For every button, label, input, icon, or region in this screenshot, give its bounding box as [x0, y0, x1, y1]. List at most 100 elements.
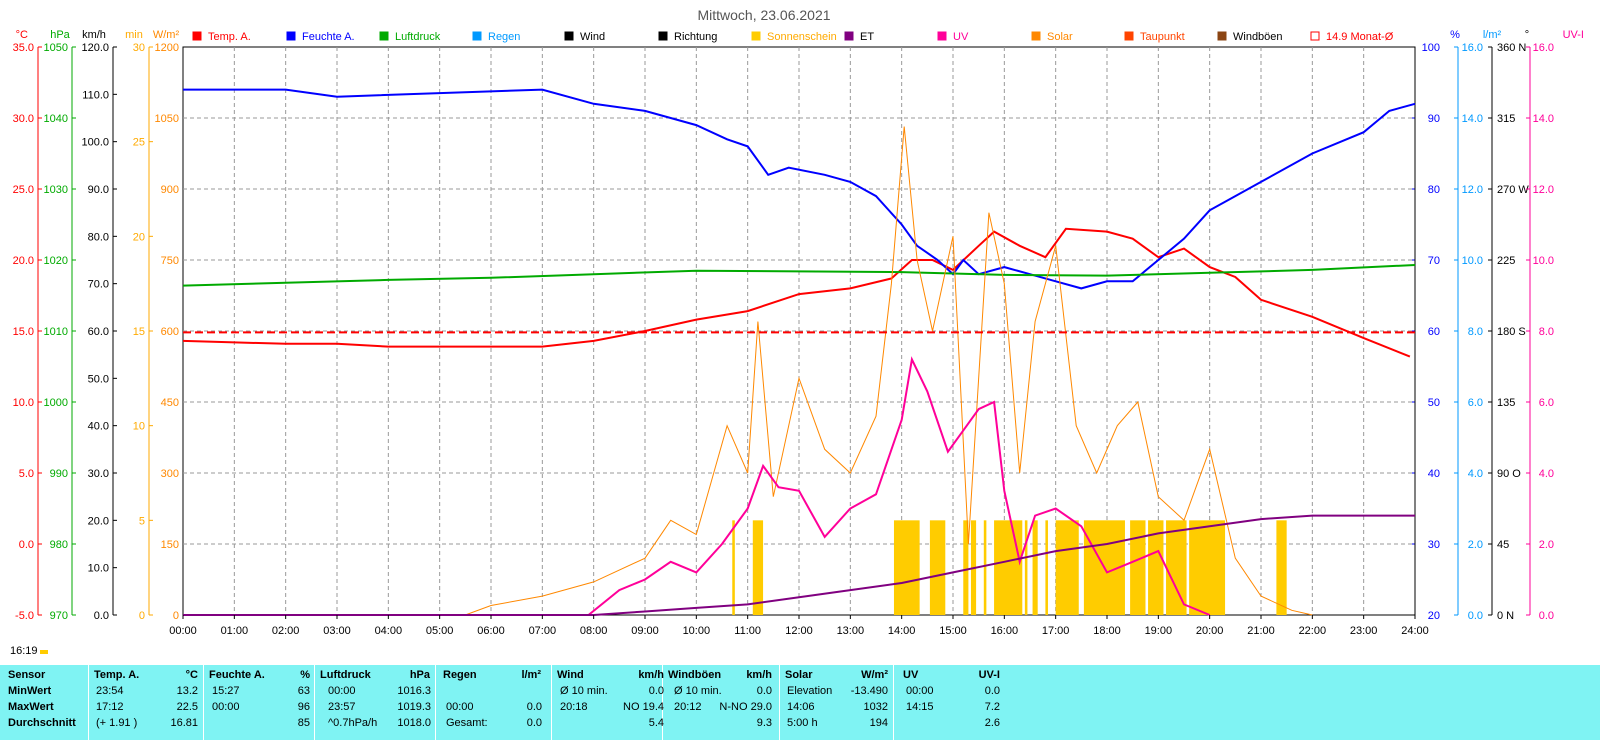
stats-cell: NO 19.4 [623, 701, 664, 713]
axis-tick-label: 0 [139, 610, 145, 622]
stats-cell: MaxWert [8, 701, 54, 713]
axis-tick-label: 60.0 [88, 326, 109, 338]
axis-tick-label: 1030 [44, 184, 68, 196]
axis-tick-label: 6.0 [1539, 397, 1554, 409]
x-tick-label: 21:00 [1247, 625, 1275, 637]
stats-divider [88, 665, 89, 740]
sunshine-bar [752, 520, 764, 615]
legend-swatch [379, 31, 389, 41]
chart-title: Mittwoch, 23.06.2021 [697, 7, 830, 23]
axis-tick-label: 14.0 [1533, 113, 1554, 125]
x-tick-label: 24:00 [1401, 625, 1429, 637]
axis-tick-label: 2.0 [1539, 539, 1554, 551]
axis-tick-label: 4.0 [1539, 468, 1554, 480]
axis-tick-label: 10.0 [1533, 255, 1554, 267]
sunshine-bar [983, 520, 987, 615]
x-tick-label: 12:00 [785, 625, 813, 637]
sunshine-bar [1055, 520, 1079, 615]
legend-swatch [1124, 31, 1134, 41]
stats-cell: UV [903, 669, 919, 681]
sunshine-bar [1032, 520, 1038, 615]
legend-swatch [1217, 31, 1227, 41]
stats-cell: UV-I [978, 669, 1000, 681]
axis-tick-label: 0.0 [94, 610, 109, 622]
axis-tick-label: 45 [1497, 539, 1509, 551]
legend-swatch [937, 31, 947, 41]
axis-tick-label: 110.0 [82, 89, 109, 101]
legend-swatch [286, 31, 296, 41]
legend-label: Temp. A. [208, 31, 251, 43]
sunshine-bar [1045, 520, 1048, 615]
stats-cell: °C [185, 669, 198, 681]
uvi-unit: UV-I [1563, 29, 1584, 41]
stats-cell: (+ 1.91 ) [96, 717, 138, 729]
axis-tick-label: 2.0 [1468, 539, 1483, 551]
stats-cell: Elevation [787, 685, 833, 697]
sunshine-bar [994, 520, 1023, 615]
axis-tick-label: 70.0 [88, 279, 109, 291]
axis-tick-label: 315 [1497, 113, 1515, 125]
axis-tick-label: 35.0 [13, 42, 34, 54]
axis-tick-label: 20 [1428, 610, 1440, 622]
axis-tick-label: 1010 [44, 326, 68, 338]
stats-cell: -13.490 [850, 685, 888, 697]
x-tick-label: 02:00 [272, 625, 300, 637]
axis-tick-label: 16.0 [1533, 42, 1554, 54]
x-tick-label: 03:00 [323, 625, 351, 637]
stats-cell: Sensor [8, 669, 46, 681]
stats-divider [435, 665, 436, 740]
axis-tick-label: 1200 [155, 42, 179, 54]
stats-cell: Luftdruck [320, 669, 371, 681]
stats-cell: 23:57 [328, 701, 356, 713]
x-tick-label: 14:00 [888, 625, 916, 637]
sunshine-bars [732, 520, 1287, 615]
axis-tick-label: 10.0 [13, 397, 34, 409]
stats-cell: 17:12 [96, 701, 124, 713]
stats-cell: 96 [297, 701, 310, 713]
stats-cell: W/m² [861, 669, 888, 681]
weather-chart-page: Mittwoch, 23.06.2021 Temp. A. Feuchte A. L… [0, 0, 1600, 740]
x-tick-label: 22:00 [1299, 625, 1327, 637]
axis-tick-label: 150 [161, 539, 179, 551]
axis-tick-label: 12.0 [1462, 184, 1483, 196]
legend-label: Luftdruck [395, 31, 441, 43]
stats-divider [314, 665, 315, 740]
legend-label: 14.9 Monat-Ø [1326, 31, 1394, 43]
legend-swatch [1031, 31, 1041, 41]
stats-divider [893, 665, 894, 740]
deg-unit: ° [1525, 29, 1529, 41]
axis-tick-label: 30 [133, 42, 145, 54]
stats-cell: 00:00 [906, 685, 934, 697]
axis-tick-label: 90 O [1497, 468, 1521, 480]
stats-cell: 7.2 [984, 701, 1000, 713]
axis-tick-label: 80 [1428, 184, 1440, 196]
stats-cell: 0.0 [984, 685, 1000, 697]
legend-swatch [1310, 31, 1320, 41]
axis-tick-label: 80.0 [88, 231, 109, 243]
axis-tick-label: 1050 [44, 42, 68, 54]
axis-tick-label: 8.0 [1468, 326, 1483, 338]
sunshine-bar [929, 520, 946, 615]
stats-cell: 85 [297, 717, 310, 729]
temp-unit: °C [16, 29, 28, 41]
axis-tick-label: 90.0 [88, 184, 109, 196]
sunshine-bar [1130, 520, 1146, 615]
axis-tick-label: 50 [1428, 397, 1440, 409]
x-tick-label: 13:00 [837, 625, 865, 637]
axis-tick-label: 10.0 [88, 563, 109, 575]
axis-tick-label: 1020 [44, 255, 68, 267]
x-tick-label: 17:00 [1042, 625, 1070, 637]
axis-tick-label: 0.0 [1468, 610, 1483, 622]
x-tick-label: 01:00 [221, 625, 249, 637]
stats-cell: 0.0 [526, 701, 542, 713]
plot-grid [182, 46, 1416, 616]
wm2-unit: W/m² [153, 29, 180, 41]
axis-tick-label: 60 [1428, 326, 1440, 338]
left-axes: 35.030.025.020.015.010.05.00.0-5.0105010… [13, 42, 187, 622]
stats-cell: hPa [409, 669, 430, 681]
legend-label: ET [860, 31, 874, 43]
axis-tick-label: 8.0 [1539, 326, 1554, 338]
weather-chart: Mittwoch, 23.06.2021 Temp. A. Feuchte A. L… [10, 7, 1584, 657]
axis-tick-label: 90 [1428, 113, 1440, 125]
axis-tick-label: 5.0 [19, 468, 34, 480]
